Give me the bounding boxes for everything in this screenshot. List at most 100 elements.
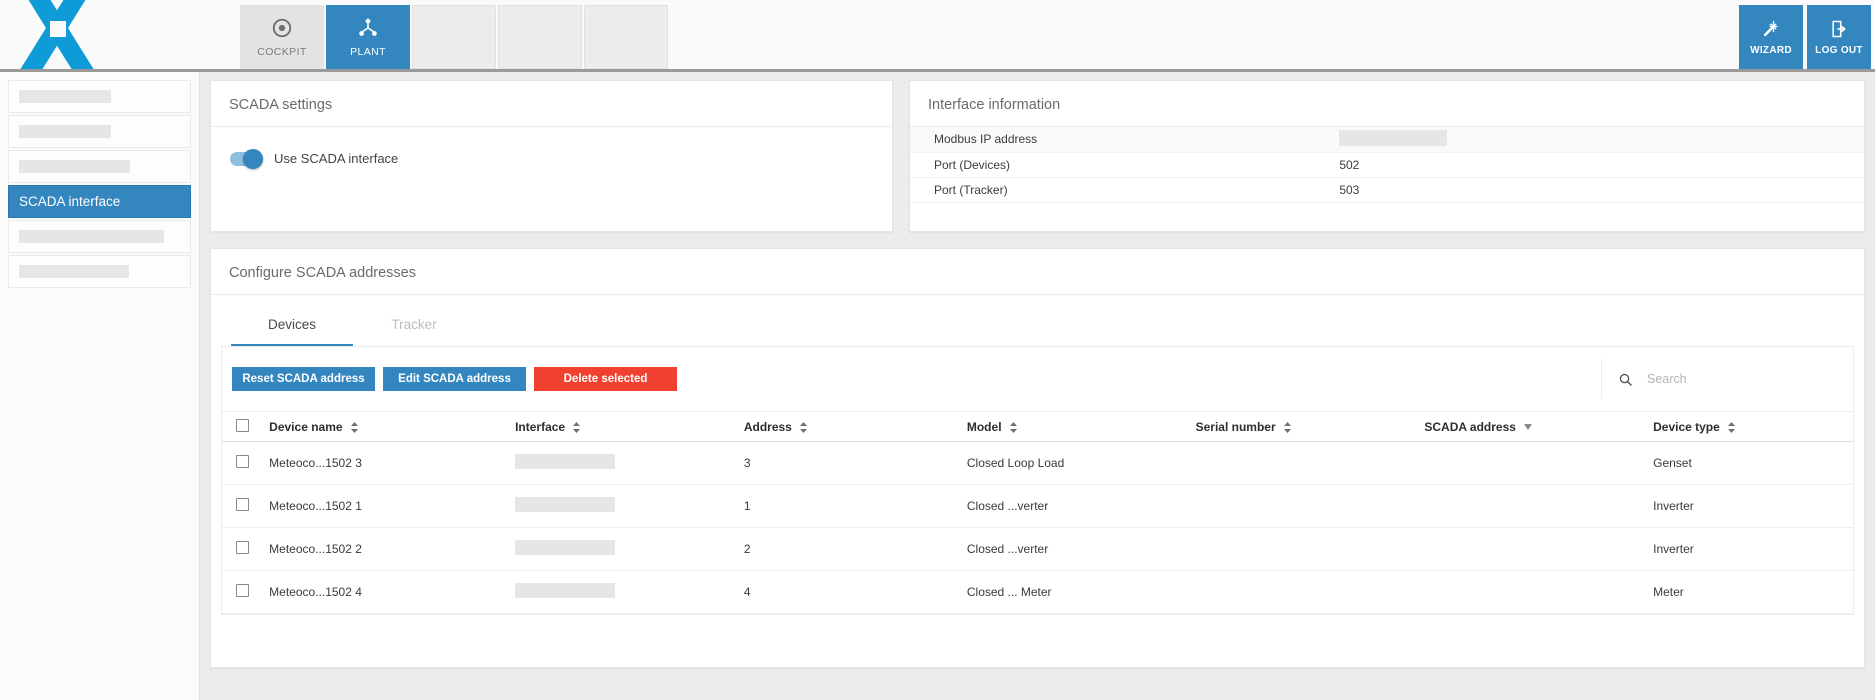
sidebar-item-2[interactable] — [8, 115, 191, 148]
primary-tabs: COCKPIT PLANT — [240, 0, 670, 69]
info-label-modbus-ip: Modbus IP address — [910, 127, 1339, 152]
sort-icon — [351, 422, 358, 433]
edit-scada-address-button[interactable]: Edit SCADA address — [383, 367, 526, 391]
select-all-checkbox[interactable] — [236, 419, 249, 432]
search-input[interactable]: Search — [1647, 372, 1687, 386]
plant-network-icon — [357, 17, 379, 39]
row-checkbox[interactable] — [236, 541, 249, 554]
cell-scada-address — [1418, 571, 1647, 614]
table-row[interactable]: Meteoco...1502 1 1 Closed ...verter Inve… — [222, 485, 1853, 528]
logout-button[interactable]: LOG OUT — [1807, 5, 1871, 69]
sort-icon — [800, 422, 807, 433]
header-serial-number[interactable]: Serial number — [1190, 412, 1419, 442]
subtab-tracker[interactable]: Tracker — [353, 307, 475, 346]
cell-address: 2 — [738, 528, 961, 571]
cell-model: Closed ... Meter — [961, 571, 1190, 614]
header-address-label: Address — [744, 420, 792, 434]
cell-scada-address — [1418, 442, 1647, 485]
header-interface[interactable]: Interface — [509, 412, 738, 442]
header-scada-address[interactable]: SCADA address — [1418, 412, 1647, 442]
toggle-knob — [243, 149, 263, 169]
subtab-tracker-label: Tracker — [391, 317, 436, 332]
cell-device-name: Meteoco...1502 4 — [263, 571, 509, 614]
interface-redaction — [515, 454, 615, 469]
delete-selected-button[interactable]: Delete selected — [534, 367, 677, 391]
reset-scada-address-button[interactable]: Reset SCADA address — [232, 367, 375, 391]
row-checkbox[interactable] — [236, 455, 249, 468]
page-body: SCADA interface SCADA settings Use SCADA… — [0, 72, 1875, 700]
sort-icon — [1728, 422, 1735, 433]
cell-scada-address — [1418, 485, 1647, 528]
wizard-button-label: WIZARD — [1750, 45, 1792, 56]
tab-plant-label: PLANT — [350, 46, 386, 58]
logout-door-icon — [1829, 19, 1849, 39]
cell-interface — [509, 442, 738, 485]
interface-redaction — [515, 497, 615, 512]
use-scada-interface-toggle[interactable] — [230, 152, 262, 166]
subtab-devices[interactable]: Devices — [231, 307, 353, 346]
row-select-cell — [222, 571, 263, 614]
devices-table: Device name Interface Address — [222, 411, 1853, 614]
row-checkbox[interactable] — [236, 584, 249, 597]
cell-serial-number — [1190, 528, 1419, 571]
header-device-name[interactable]: Device name — [263, 412, 509, 442]
devices-toolbar: Reset SCADA address Edit SCADA address D… — [222, 347, 1853, 411]
x-logo-icon — [10, 0, 106, 69]
sidebar: SCADA interface — [0, 72, 200, 700]
configure-scada-addresses-title: Configure SCADA addresses — [211, 249, 1864, 295]
info-value-port-tracker: 503 — [1339, 177, 1864, 202]
use-scada-toggle-row: Use SCADA interface — [211, 127, 892, 166]
tab-placeholder-3-fill — [417, 10, 491, 64]
top-cards-row: SCADA settings Use SCADA interface Inter… — [210, 80, 1865, 232]
table-row[interactable]: Meteoco...1502 4 4 Closed ... Meter Mete… — [222, 571, 1853, 614]
header-device-name-label: Device name — [269, 420, 342, 434]
cell-device-type: Inverter — [1647, 528, 1853, 571]
tab-placeholder-5[interactable] — [584, 5, 668, 69]
tab-plant[interactable]: PLANT — [326, 5, 410, 69]
header-device-type[interactable]: Device type — [1647, 412, 1853, 442]
cell-model: Closed ...verter — [961, 528, 1190, 571]
sidebar-item-2-redaction — [19, 125, 111, 138]
header-serial-number-label: Serial number — [1196, 420, 1276, 434]
header-model[interactable]: Model — [961, 412, 1190, 442]
cell-interface — [509, 528, 738, 571]
table-row[interactable]: Meteoco...1502 2 2 Closed ...verter Inve… — [222, 528, 1853, 571]
magic-wand-icon — [1761, 19, 1781, 39]
interface-information-table: Modbus IP address Port (Devices) 502 Por… — [910, 127, 1864, 203]
scada-settings-card: SCADA settings Use SCADA interface — [210, 80, 893, 232]
cell-address: 4 — [738, 571, 961, 614]
sort-desc-icon — [1524, 424, 1532, 430]
tab-placeholder-3[interactable] — [412, 5, 496, 69]
cell-model: Closed Loop Load — [961, 442, 1190, 485]
sidebar-item-1[interactable] — [8, 80, 191, 113]
cell-device-name: Meteoco...1502 2 — [263, 528, 509, 571]
select-all-header — [222, 412, 263, 442]
sidebar-item-1-redaction — [19, 90, 111, 103]
sidebar-item-scada-interface-label: SCADA interface — [19, 194, 120, 209]
devices-panel: Reset SCADA address Edit SCADA address D… — [221, 346, 1854, 615]
sidebar-item-3[interactable] — [8, 150, 191, 183]
tab-placeholder-4[interactable] — [498, 5, 582, 69]
info-row-port-tracker: Port (Tracker) 503 — [910, 177, 1864, 202]
top-bar-actions: WIZARD LOG OUT — [1735, 0, 1875, 69]
cell-scada-address — [1418, 528, 1647, 571]
interface-redaction — [515, 583, 615, 598]
row-checkbox[interactable] — [236, 498, 249, 511]
sidebar-item-6[interactable] — [8, 255, 191, 288]
devices-table-header-row: Device name Interface Address — [222, 412, 1853, 442]
table-row[interactable]: Meteoco...1502 3 3 Closed Loop Load Gens… — [222, 442, 1853, 485]
cell-device-name: Meteoco...1502 3 — [263, 442, 509, 485]
sidebar-item-scada-interface[interactable]: SCADA interface — [8, 185, 191, 218]
app-logo — [0, 0, 240, 69]
wizard-button[interactable]: WIZARD — [1739, 5, 1803, 69]
header-address[interactable]: Address — [738, 412, 961, 442]
sort-icon — [573, 422, 580, 433]
sort-icon — [1284, 422, 1291, 433]
main-content: SCADA settings Use SCADA interface Inter… — [200, 72, 1875, 700]
sidebar-item-6-redaction — [19, 265, 129, 278]
search-icon[interactable] — [1618, 372, 1633, 387]
row-select-cell — [222, 442, 263, 485]
cell-serial-number — [1190, 442, 1419, 485]
sidebar-item-5[interactable] — [8, 220, 191, 253]
tab-cockpit[interactable]: COCKPIT — [240, 5, 324, 69]
